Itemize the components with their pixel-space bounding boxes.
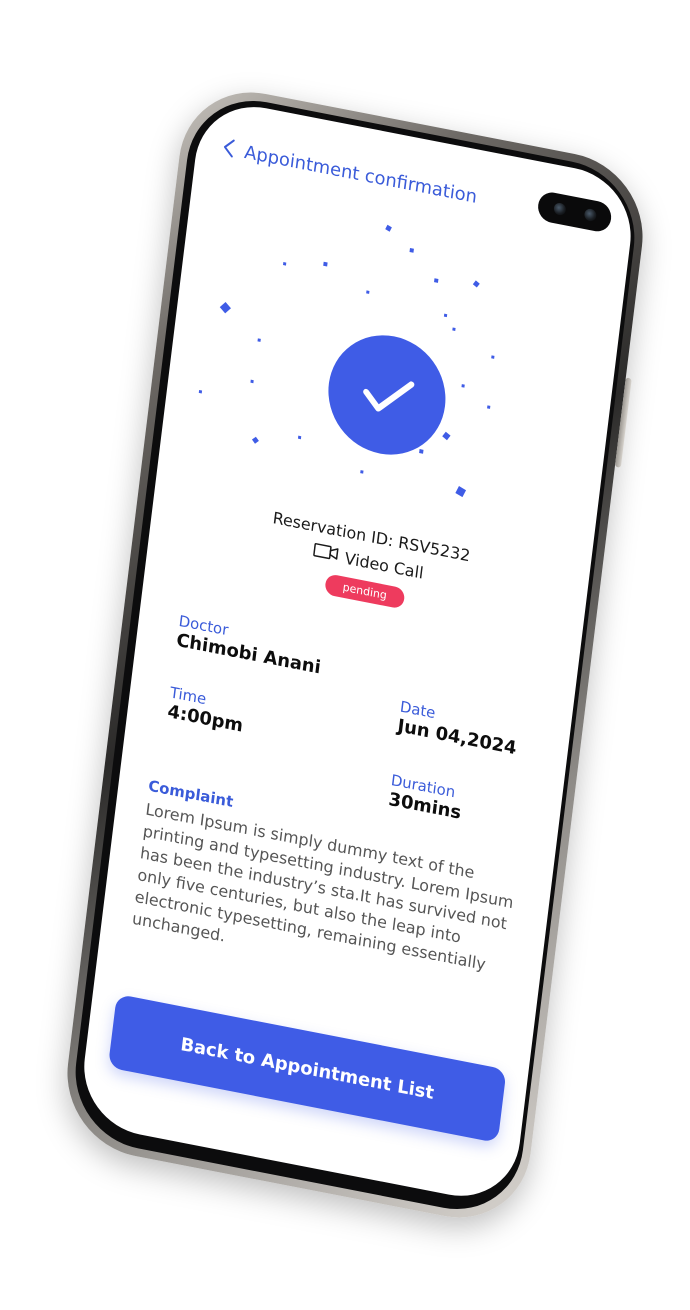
success-check-circle xyxy=(321,325,453,465)
check-icon xyxy=(363,381,415,412)
camera-lens xyxy=(552,201,567,217)
camera-cutout xyxy=(536,189,613,234)
time-block: Time 4:00pm xyxy=(166,683,338,754)
status-badge: pending xyxy=(323,573,406,610)
camera-lens xyxy=(583,207,597,222)
chevron-left-icon[interactable] xyxy=(221,137,236,162)
app-screen: Appointment confirmation Reservation ID:… xyxy=(76,95,638,1207)
doctor-block: Doctor Chimobi Anani xyxy=(175,612,347,683)
date-block: Date Jun 04,2024 xyxy=(396,698,568,769)
stage: Appointment confirmation Reservation ID:… xyxy=(0,0,690,1310)
phone-device: Appointment confirmation Reservation ID:… xyxy=(58,79,652,1231)
back-to-appointment-list-button[interactable]: Back to Appointment List xyxy=(107,993,507,1144)
video-camera-icon xyxy=(312,541,340,566)
